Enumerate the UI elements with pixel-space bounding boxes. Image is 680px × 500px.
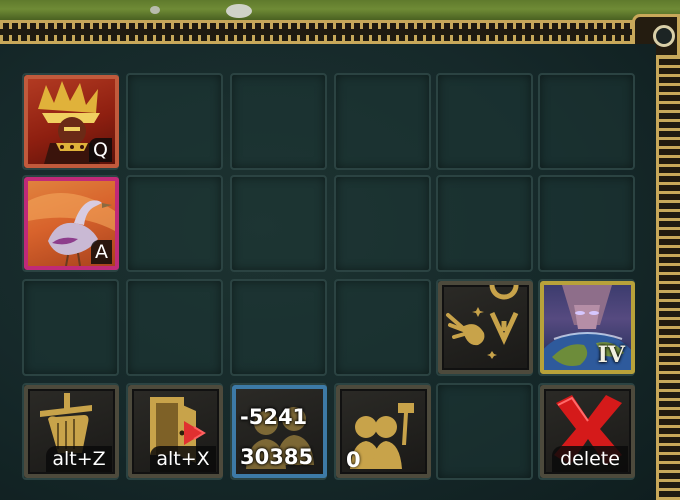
hotkey-label: alt+Z	[46, 446, 112, 472]
ornate-border-top	[0, 20, 680, 44]
grid-slot	[436, 73, 533, 170]
comet-marker-icon	[442, 285, 529, 370]
hotkey-label: delete	[552, 446, 628, 472]
grid-slot	[334, 175, 431, 272]
grid-slot	[334, 279, 431, 376]
grid-slot	[538, 73, 635, 170]
delete-button[interactable]: delete	[540, 385, 635, 478]
grid-slot	[230, 73, 327, 170]
terrain-strip	[0, 0, 680, 20]
hotkey-label: Q	[89, 138, 112, 162]
population-delta: -5241	[240, 405, 308, 429]
terrain-rock	[226, 4, 252, 18]
command-panel: Q A IV alt+Z alt+X -5241 30385 0 delete	[0, 44, 656, 500]
leader-button[interactable]: Q	[24, 75, 119, 168]
worker-count: 0	[346, 448, 361, 472]
population-total: 30385	[240, 445, 314, 469]
grid-slot	[538, 175, 635, 272]
grid-slot	[230, 279, 327, 376]
comet-marker-button[interactable]	[438, 281, 533, 374]
terrain-rock	[150, 6, 160, 14]
grid-slot	[230, 175, 327, 272]
hotkey-label: alt+X	[150, 446, 216, 472]
workers-button[interactable]: 0	[336, 385, 431, 478]
grid-slot	[436, 383, 533, 480]
population-stat[interactable]: -5241 30385	[232, 385, 327, 478]
ornate-border-right	[656, 20, 680, 500]
age-up-button[interactable]: IV	[540, 281, 635, 374]
grid-slot	[126, 175, 223, 272]
grid-slot	[126, 73, 223, 170]
grid-slot	[126, 279, 223, 376]
unit-button[interactable]: A	[24, 177, 119, 270]
hotkey-label: A	[91, 240, 112, 264]
grid-slot	[334, 73, 431, 170]
age-level-label: IV	[597, 342, 625, 368]
garrison-button[interactable]: alt+Z	[24, 385, 119, 478]
grid-slot	[436, 175, 533, 272]
grid-slot	[22, 279, 119, 376]
eject-button[interactable]: alt+X	[128, 385, 223, 478]
